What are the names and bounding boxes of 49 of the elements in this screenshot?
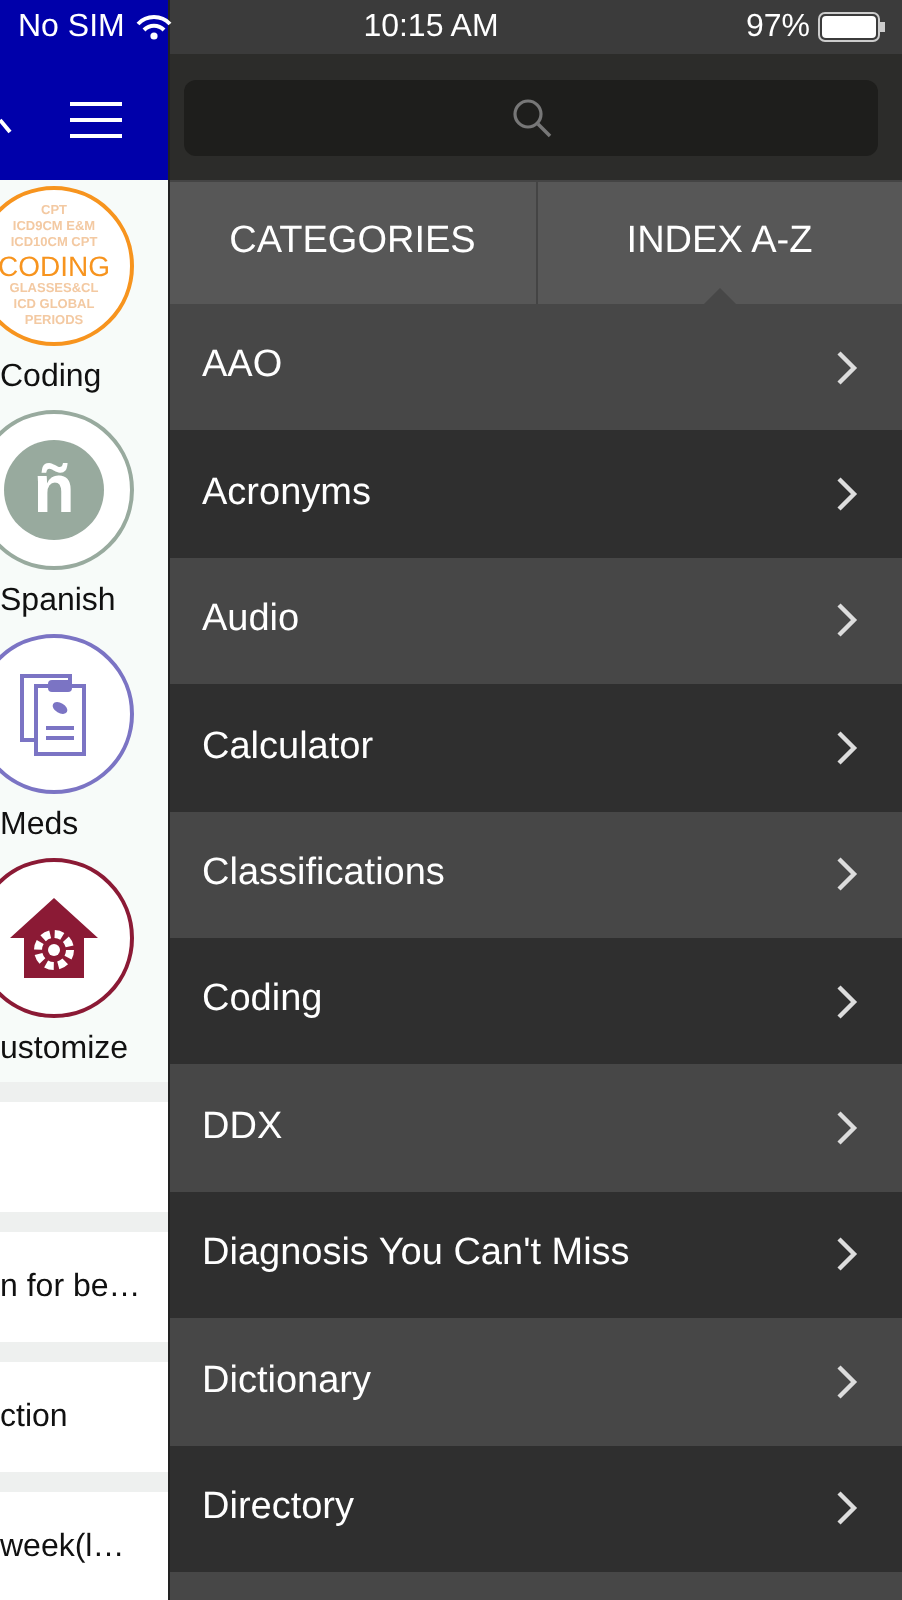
chevron-right-icon <box>836 476 858 513</box>
chevron-right-icon <box>836 856 858 893</box>
list-row[interactable]: n for be… <box>0 1232 168 1342</box>
menu-icon[interactable] <box>70 100 122 140</box>
clipboard-icon <box>20 668 88 760</box>
chevron-right-icon <box>836 983 858 1020</box>
clock-label: 10:15 AM <box>361 7 501 47</box>
row-label: Coding <box>202 976 323 1025</box>
chevron-right-icon <box>836 729 858 766</box>
chevron-right-icon <box>836 602 858 639</box>
row-label: Dictionary <box>202 1357 371 1406</box>
chevron-right-icon <box>836 1110 858 1147</box>
shortcut-label: Coding <box>0 358 102 398</box>
row-label: DDX <box>202 1103 283 1152</box>
index-row[interactable]: Calculator <box>170 684 902 812</box>
list-row[interactable]: week(l… <box>0 1492 168 1600</box>
row-label: Audio <box>202 596 300 645</box>
shortcut-label: ustomize <box>0 1030 129 1070</box>
row-label: Classifications <box>202 850 445 898</box>
battery-icon <box>818 12 886 42</box>
row-label: Diagnosis You Can't Miss <box>202 1230 630 1279</box>
chevron-right-icon <box>836 1363 858 1400</box>
chevron-right-icon <box>836 1236 858 1273</box>
search-field[interactable] <box>184 79 878 155</box>
chevron-right-icon <box>836 1490 858 1527</box>
shortcut-label: Spanish <box>0 582 116 622</box>
battery-label: 97% <box>745 7 810 47</box>
letter-icon: ñ <box>4 440 104 540</box>
row-label: Calculator <box>202 723 374 772</box>
index-row[interactable]: Classifications <box>170 811 902 938</box>
search-icon[interactable] <box>0 116 12 136</box>
index-row[interactable]: DDX <box>170 1064 902 1192</box>
index-row[interactable]: Diagnosis You Can't Miss <box>170 1191 902 1319</box>
index-row[interactable]: Dictionary <box>170 1318 902 1446</box>
carrier-label: No SIM <box>18 7 125 47</box>
list-row[interactable]: ction <box>0 1362 168 1472</box>
index-row[interactable]: Coding <box>170 937 902 1065</box>
index-row[interactable]: AAO <box>170 304 902 431</box>
row-label: AAO <box>202 342 283 391</box>
house-gear-icon <box>8 896 100 980</box>
search-icon <box>511 97 551 137</box>
row-label: Acronyms <box>202 469 371 518</box>
index-row[interactable]: Acronyms <box>170 430 902 558</box>
shortcut-label: Meds <box>0 806 79 846</box>
chevron-right-icon <box>836 349 858 386</box>
index-row[interactable]: Audio <box>170 557 902 685</box>
index-row[interactable]: Directory <box>170 1445 902 1572</box>
logo-title: CODING <box>0 251 110 281</box>
row-label: Directory <box>202 1483 355 1532</box>
